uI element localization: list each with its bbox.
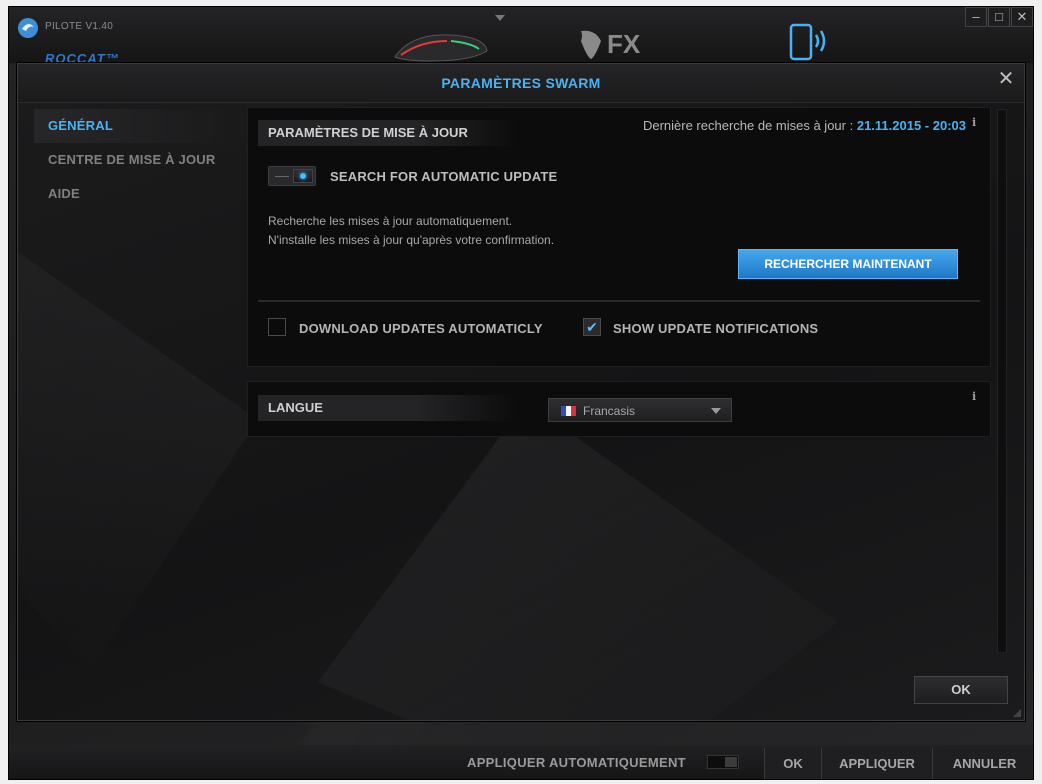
auto-apply-toggle[interactable] bbox=[707, 755, 739, 769]
apply-button[interactable]: APPLIQUER bbox=[821, 748, 932, 779]
maximize-button[interactable]: □ bbox=[988, 7, 1010, 27]
update-settings-panel: PARAMÈTRES DE MISE À JOUR Dernière reche… bbox=[247, 107, 991, 367]
device-dropdown-icon[interactable] bbox=[495, 15, 505, 21]
svg-text:FX: FX bbox=[607, 29, 641, 59]
language-section-title: LANGUE bbox=[258, 395, 518, 421]
sidebar-item-help[interactable]: AIDE bbox=[34, 177, 234, 211]
bottom-bar: APPLIQUER AUTOMATIQUEMENT OK APPLIQUER A… bbox=[9, 745, 1033, 779]
flag-france-icon bbox=[561, 406, 576, 416]
search-now-button[interactable]: RECHERCHER MAINTENANT bbox=[738, 249, 958, 279]
description-line: Recherche les mises à jour automatiqueme… bbox=[268, 214, 513, 228]
mouse-device-icon[interactable] bbox=[391, 27, 491, 63]
update-section-title: PARAMÈTRES DE MISE À JOUR bbox=[258, 120, 518, 146]
last-check-date: 21.11.2015 - 20:03 bbox=[856, 118, 966, 133]
app-titlebar: PILOTE V1.40 ROCCAT™ FX – □ ✕ bbox=[9, 7, 1033, 66]
bottom-ok-button[interactable]: OK bbox=[764, 748, 821, 779]
dialog-header: PARAMÈTRES SWARM ✕ bbox=[18, 64, 1024, 103]
cancel-button[interactable]: ANNULER bbox=[932, 748, 1033, 779]
last-check-label: Dernière recherche de mises à jour : bbox=[642, 118, 854, 133]
sidebar-item-update-center[interactable]: CENTRE DE MISE À JOUR bbox=[34, 143, 234, 177]
show-notifications-label: SHOW UPDATE NOTIFICATIONS bbox=[613, 321, 819, 336]
dialog-close-icon[interactable]: ✕ bbox=[997, 69, 1015, 89]
language-select[interactable]: Francasis bbox=[548, 398, 732, 422]
dialog-scrollbar[interactable] bbox=[997, 109, 1007, 653]
toggle-knob-on bbox=[293, 169, 313, 183]
description-line: N'installe les mises à jour qu'après vot… bbox=[268, 233, 555, 247]
info-icon[interactable]: i bbox=[972, 390, 980, 403]
settings-sidebar: GÉNÉRAL CENTRE DE MISE À JOUR AIDE bbox=[34, 109, 234, 211]
resize-grip-icon[interactable] bbox=[1013, 709, 1021, 717]
roccat-logo-icon bbox=[18, 18, 38, 38]
toggle-knob bbox=[725, 757, 737, 767]
chevron-down-icon bbox=[711, 408, 721, 414]
swarm-settings-dialog: PARAMÈTRES SWARM ✕ GÉNÉRAL CENTRE DE MIS… bbox=[17, 63, 1025, 721]
app-version: PILOTE V1.40 bbox=[45, 21, 114, 32]
last-check-info: Dernière recherche de mises à jour : 21.… bbox=[643, 118, 966, 133]
auto-update-label: SEARCH FOR AUTOMATIC UPDATE bbox=[330, 169, 558, 184]
download-auto-checkbox[interactable] bbox=[268, 318, 286, 336]
dialog-ok-button[interactable]: OK bbox=[914, 676, 1008, 704]
checkmark-icon: ✔ bbox=[586, 319, 598, 335]
language-panel: LANGUE i Francasis bbox=[247, 381, 991, 437]
show-notifications-checkbox[interactable]: ✔ bbox=[583, 318, 601, 336]
section-divider bbox=[258, 300, 980, 302]
close-window-button[interactable]: ✕ bbox=[1011, 7, 1033, 27]
sidebar-item-general[interactable]: GÉNÉRAL bbox=[34, 109, 234, 143]
mobile-swarm-icon[interactable] bbox=[779, 21, 839, 63]
dialog-title: PARAMÈTRES SWARM bbox=[441, 75, 601, 91]
auto-apply-label: APPLIQUER AUTOMATIQUEMENT bbox=[467, 755, 686, 770]
minimize-button[interactable]: – bbox=[965, 7, 987, 27]
download-auto-label: DOWNLOAD UPDATES AUTOMATICLY bbox=[299, 321, 543, 336]
auto-update-toggle[interactable] bbox=[268, 166, 316, 186]
background-shard bbox=[318, 402, 838, 720]
language-selected-value: Francasis bbox=[583, 404, 636, 418]
background-shard bbox=[18, 252, 258, 672]
toggle-track bbox=[275, 176, 289, 177]
fx-icon[interactable]: FX bbox=[577, 27, 667, 61]
info-icon[interactable]: i bbox=[972, 116, 980, 129]
window-controls: – □ ✕ bbox=[964, 7, 1033, 27]
